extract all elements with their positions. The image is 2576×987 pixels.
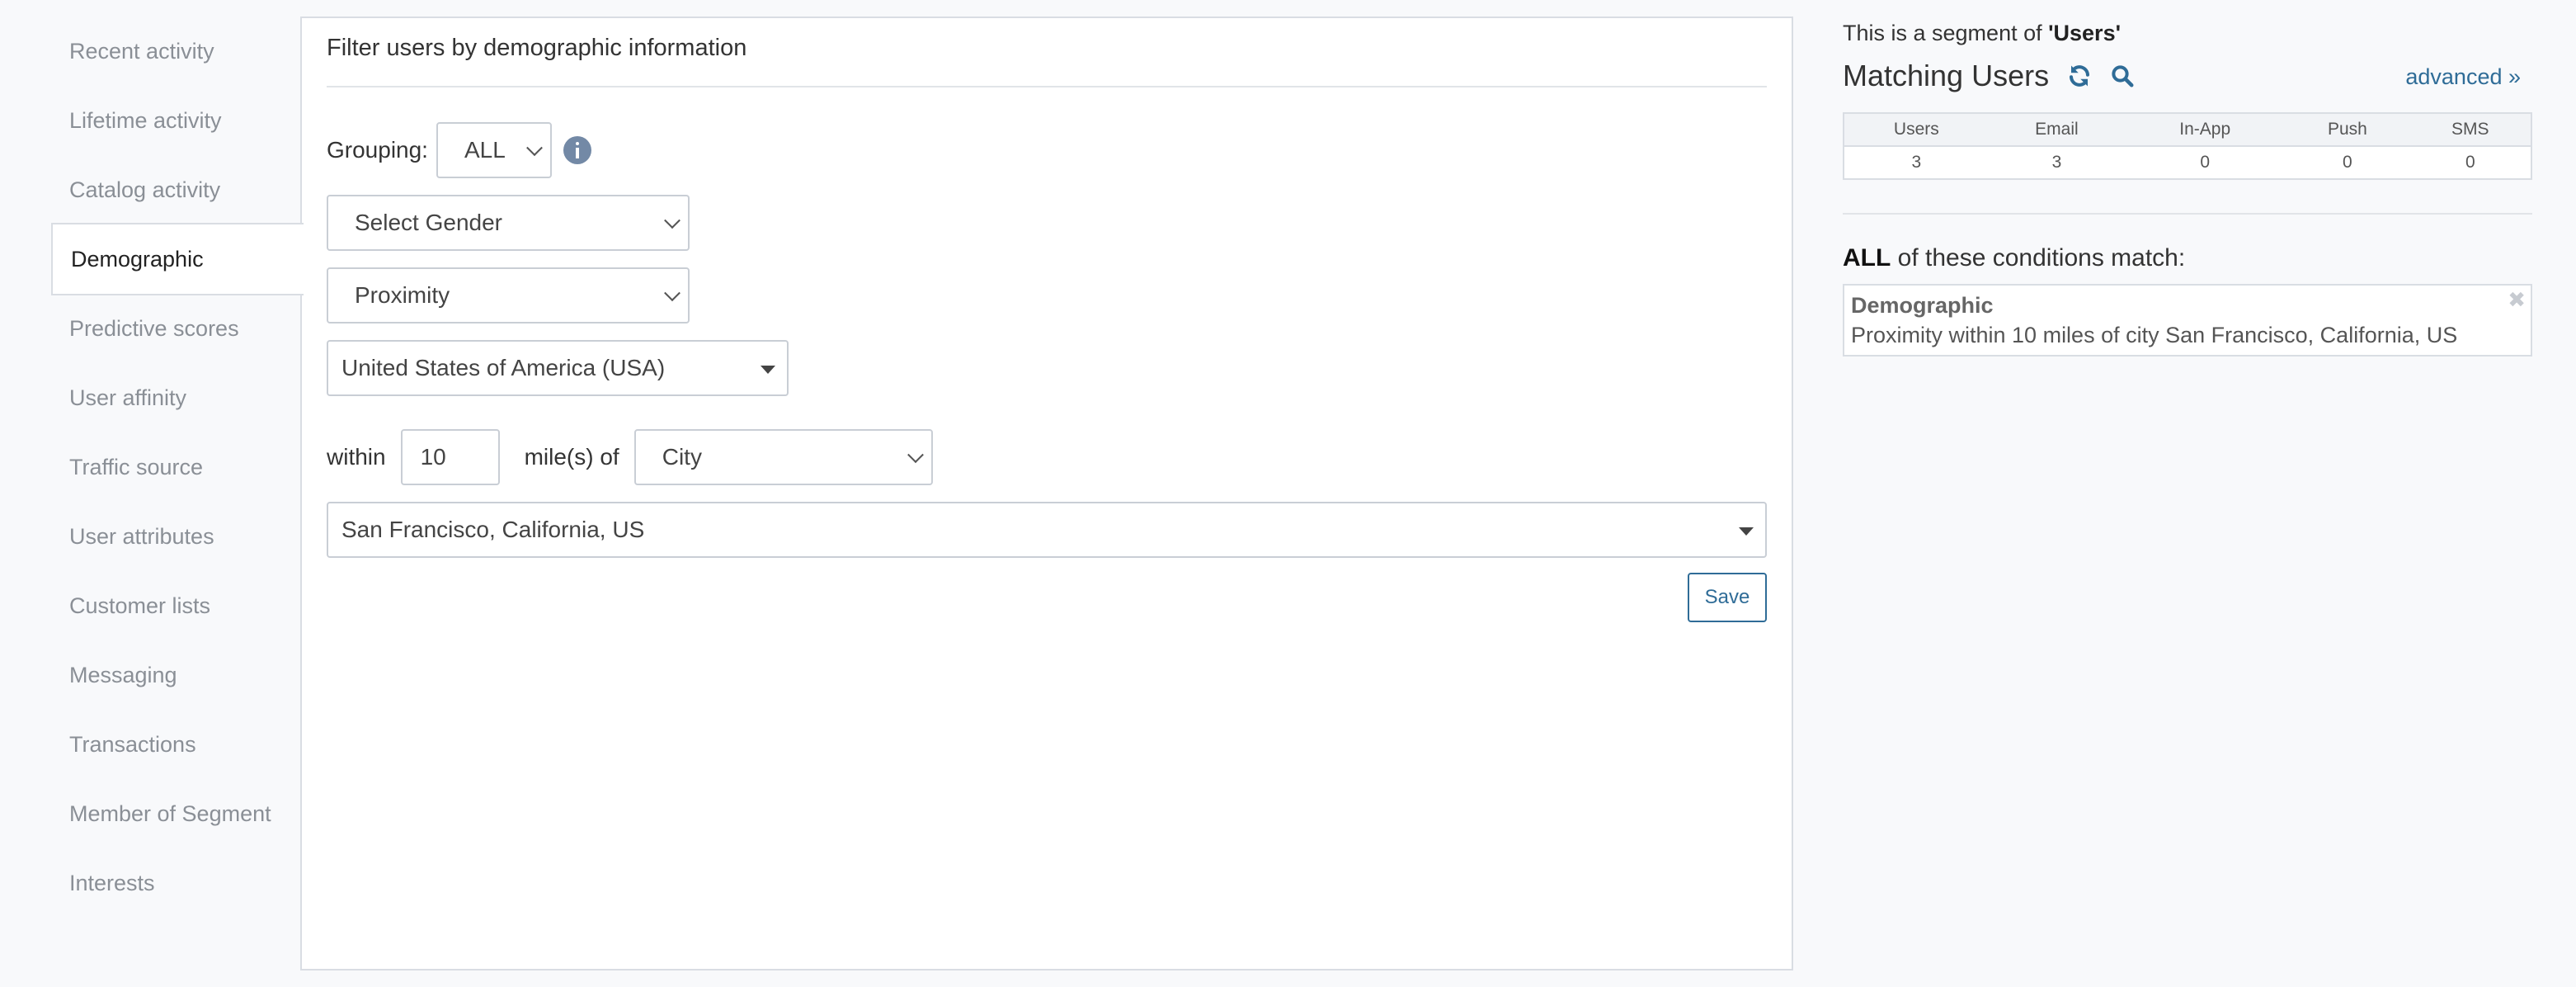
matching-users-header: Matching Users advanced » [1843, 50, 2532, 102]
conditions-keyword: ALL [1843, 244, 1891, 272]
save-button[interactable]: Save [1688, 573, 1767, 622]
sidebar-item-transactions[interactable]: Transactions [51, 710, 302, 779]
conditions-heading: ALL of these conditions match: [1843, 244, 2532, 272]
sidebar-item-lifetime-activity[interactable]: Lifetime activity [51, 86, 302, 155]
grouping-row: Grouping: ALL [327, 122, 591, 178]
column-header-sms: SMS [2409, 113, 2531, 147]
location-select-value: San Francisco, California, US [341, 517, 645, 542]
caret-down-icon [1739, 527, 1754, 536]
place-type-select[interactable]: City [633, 429, 933, 485]
chevron-down-icon [526, 139, 543, 157]
close-icon[interactable]: ✖ [2508, 289, 2526, 310]
grouping-label: Grouping: [327, 137, 428, 163]
condition-card[interactable]: Demographic Proximity within 10 miles of… [1843, 284, 2532, 357]
within-label: within [327, 444, 386, 470]
sidebar-item-member-of-segment[interactable]: Member of Segment [51, 779, 302, 848]
email-count: 3 [2051, 153, 2062, 172]
country-row: United States of America (USA) [327, 340, 789, 396]
location-select[interactable]: San Francisco, California, US [327, 502, 1767, 558]
segment-note: This is a segment of 'Users' [1843, 17, 2532, 50]
chevron-down-icon [907, 446, 924, 464]
sidebar-item-demographic[interactable]: Demographic [51, 223, 304, 295]
grouping-select-value: ALL [464, 137, 506, 163]
conditions-heading-text: of these conditions match: [1891, 244, 2186, 272]
place-type-select-value: City [662, 444, 702, 470]
sidebar-item-messaging[interactable]: Messaging [51, 640, 302, 710]
users-count: 3 [1911, 153, 1922, 172]
gender-row: Select Gender [327, 195, 690, 251]
column-header-push: Push [2285, 113, 2410, 147]
segment-note-prefix: This is a segment of [1843, 21, 2049, 45]
distance-row: within mile(s) of City [327, 429, 933, 485]
condition-title: Demographic [1851, 293, 1994, 318]
column-header-users: Users [1844, 113, 1989, 147]
gender-select-value: Select Gender [355, 210, 502, 235]
demographic-type-select[interactable]: Proximity [327, 267, 690, 323]
panel-divider [327, 86, 1767, 87]
sms-count: 0 [2465, 153, 2475, 172]
summary-divider [1843, 213, 2532, 215]
sidebar-item-user-attributes[interactable]: User attributes [51, 502, 302, 571]
country-select-value: United States of America (USA) [341, 355, 666, 380]
sidebar-item-user-affinity[interactable]: User affinity [51, 363, 302, 432]
location-row: San Francisco, California, US [327, 502, 1767, 558]
sidebar-item-catalog-activity[interactable]: Catalog activity [51, 155, 302, 224]
table-row: 3 3 0 0 0 [1844, 146, 2531, 179]
column-header-in-app: In-App [2125, 113, 2286, 147]
sidebar-item-interests[interactable]: Interests [51, 848, 302, 918]
distance-input[interactable] [400, 429, 500, 485]
grouping-select[interactable]: ALL [436, 122, 552, 178]
condition-description: Proximity within 10 miles of city San Fr… [1851, 323, 2458, 347]
country-select[interactable]: United States of America (USA) [327, 340, 789, 396]
sidebar-item-customer-lists[interactable]: Customer lists [51, 571, 302, 640]
demographic-type-select-value: Proximity [355, 282, 450, 308]
info-icon[interactable] [563, 136, 591, 164]
chevron-down-icon [664, 285, 680, 302]
segment-name: 'Users' [2048, 21, 2122, 45]
advanced-link[interactable]: advanced » [2405, 64, 2521, 90]
sidebar-item-predictive-scores[interactable]: Predictive scores [51, 294, 302, 363]
demographic-type-row: Proximity [327, 267, 690, 323]
matching-users-title: Matching Users [1843, 59, 2050, 92]
sidebar-item-recent-activity[interactable]: Recent activity [51, 17, 302, 86]
column-header-email: Email [1988, 113, 2126, 147]
matching-users-stats-table: Users Email In-App Push SMS 3 3 0 0 0 [1843, 112, 2532, 180]
caret-down-icon [761, 366, 775, 374]
sidebar-item-traffic-source[interactable]: Traffic source [51, 432, 302, 502]
gender-select[interactable]: Select Gender [327, 195, 690, 251]
table-header-row: Users Email In-App Push SMS [1844, 113, 2531, 147]
segment-summary-panel: This is a segment of 'Users' Matching Us… [1843, 17, 2532, 357]
refresh-icon[interactable] [2067, 64, 2092, 88]
miles-label: mile(s) of [524, 444, 619, 470]
search-icon[interactable] [2110, 64, 2135, 88]
filter-panel: Filter users by demographic information … [300, 17, 1793, 970]
in-app-count: 0 [2200, 153, 2211, 172]
sidebar-nav: Recent activity Lifetime activity Catalo… [51, 17, 304, 918]
panel-title: Filter users by demographic information [327, 35, 747, 61]
chevron-down-icon [664, 212, 680, 229]
push-count: 0 [2343, 153, 2352, 172]
